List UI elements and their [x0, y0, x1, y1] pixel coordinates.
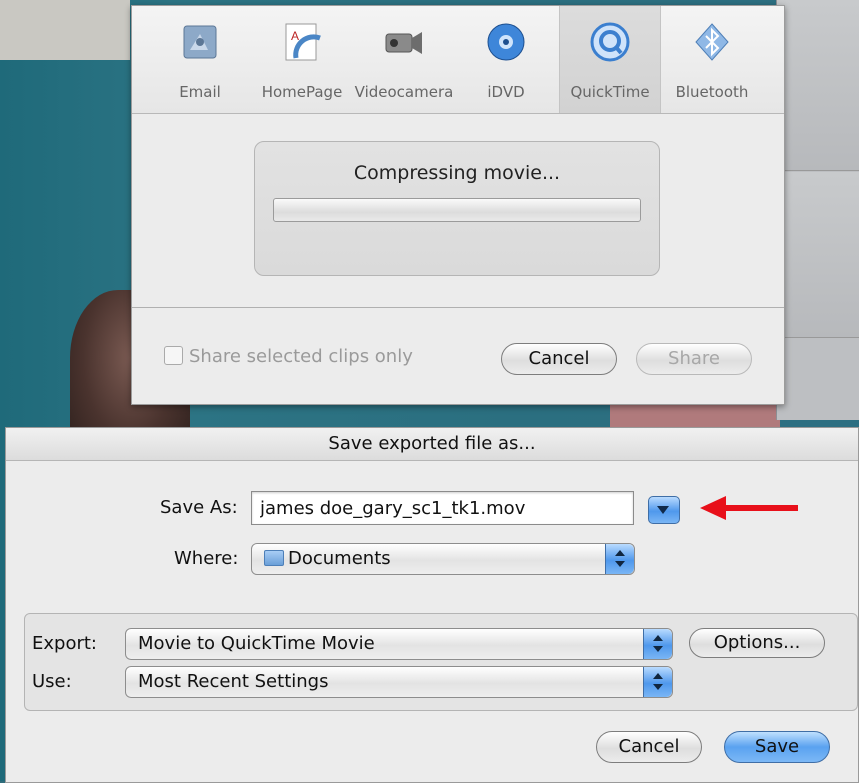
bluetooth-icon [695, 23, 729, 61]
toolbar-label: QuickTime [570, 83, 650, 101]
toolbar-label: HomePage [261, 83, 343, 101]
divider [132, 307, 784, 308]
svg-text:A: A [291, 29, 299, 43]
popup-arrows-icon [643, 667, 672, 697]
export-popup[interactable]: Movie to QuickTime Movie [125, 628, 673, 660]
save-as-field[interactable] [251, 491, 634, 525]
save-as-input[interactable] [252, 492, 633, 524]
popup-arrows-icon [643, 629, 672, 659]
export-group: Export: Movie to QuickTime Movie Options… [24, 613, 858, 711]
toolbar-label: iDVD [487, 83, 525, 101]
toolbar-item-videocamera[interactable]: Videocamera [354, 6, 454, 113]
toolbar-item-bluetooth[interactable]: Bluetooth [662, 6, 762, 113]
sheet-title: Save exported file as... [6, 428, 858, 461]
options-button[interactable]: Options... [689, 628, 825, 658]
progress-text: Compressing movie... [353, 162, 561, 184]
expand-disclosure-button[interactable] [648, 496, 680, 524]
share-toolbar: Email A HomePage Videocamera iDVD QuickT… [132, 6, 784, 114]
checkbox-box[interactable] [164, 346, 183, 365]
use-popup[interactable]: Most Recent Settings [125, 666, 673, 698]
toolbar-label: Bluetooth [675, 83, 749, 101]
email-icon [183, 25, 217, 59]
progress-panel: Compressing movie... [254, 141, 660, 276]
toolbar-item-quicktime[interactable]: QuickTime [559, 6, 661, 113]
use-value: Most Recent Settings [138, 671, 329, 692]
checkbox-label: Share selected clips only [189, 346, 413, 367]
folder-icon [264, 550, 284, 566]
idvd-icon [487, 23, 525, 61]
background-window [776, 0, 859, 420]
toolbar-item-idvd[interactable]: iDVD [456, 6, 556, 113]
save-sheet: Save exported file as... Save As: Where:… [5, 427, 859, 783]
use-label: Use: [32, 671, 72, 692]
share-button[interactable]: Share [636, 343, 752, 375]
background-wall [0, 0, 130, 60]
export-label: Export: [32, 633, 97, 654]
save-as-label: Save As: [160, 497, 238, 518]
cancel-button[interactable]: Cancel [596, 731, 702, 763]
progress-bar [273, 198, 641, 222]
save-button[interactable]: Save [724, 731, 830, 763]
toolbar-label: Email [179, 83, 221, 101]
toolbar-item-homepage[interactable]: A HomePage [252, 6, 352, 113]
toolbar-item-email[interactable]: Email [150, 6, 250, 113]
export-value: Movie to QuickTime Movie [138, 633, 375, 654]
videocamera-icon [385, 32, 422, 54]
homepage-icon: A [285, 23, 321, 61]
share-window: Email A HomePage Videocamera iDVD QuickT… [131, 5, 785, 405]
chevron-down-icon [657, 506, 669, 514]
popup-arrows-icon [605, 544, 634, 574]
quicktime-icon [590, 22, 630, 62]
where-label: Where: [174, 548, 239, 569]
share-selected-checkbox[interactable]: Share selected clips only [164, 346, 413, 367]
red-arrow-annotation [700, 496, 798, 520]
toolbar-label: Videocamera [354, 83, 454, 101]
where-popup[interactable]: Documents [251, 543, 635, 575]
share-cancel-button[interactable]: Cancel [501, 343, 617, 375]
where-value: Documents [288, 548, 391, 569]
